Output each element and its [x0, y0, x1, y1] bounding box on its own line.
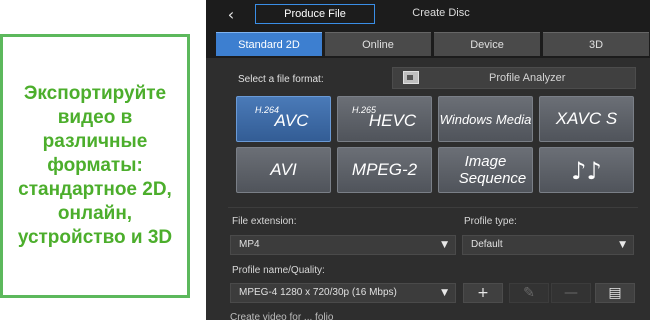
profile-analyzer-icon — [403, 71, 419, 84]
format-xavc-s-label: XAVC S — [555, 109, 618, 128]
edit-profile-button[interactable]: ✎ — [509, 283, 549, 303]
chevron-down-icon: ▼ — [441, 240, 448, 250]
profile-quality-dropdown[interactable]: MPEG-4 1280 x 720/30p (16 Mbps) ▼ — [230, 283, 456, 303]
format-image-sequence-line1: Image — [464, 153, 507, 170]
callout-box: Экспортируйте видео в различные форматы:… — [0, 34, 190, 298]
list-details-icon: ▤ — [608, 285, 622, 301]
format-hevc-button[interactable]: H.265 HEVC — [337, 96, 432, 142]
format-windows-media-button[interactable]: Windows Media — [438, 96, 533, 142]
tab-create-disc[interactable]: Create Disc — [396, 4, 486, 24]
tab-device[interactable]: Device — [434, 32, 540, 56]
format-mpeg2-label: MPEG-2 — [351, 160, 418, 179]
format-avi-label: AVI — [270, 160, 297, 179]
remove-profile-button[interactable]: — — [551, 283, 591, 303]
select-format-label: Select a file format: — [238, 74, 324, 85]
format-hevc-label: HEVC — [368, 111, 417, 130]
profile-analyzer-label: Profile Analyzer — [489, 72, 566, 84]
format-audio-button[interactable]: ♪♪ — [539, 147, 634, 193]
profile-details-button[interactable]: ▤ — [595, 283, 635, 303]
chevron-down-icon: ▼ — [441, 288, 448, 298]
produce-window: ‹ Produce File Create Disc Standard 2D O… — [206, 0, 650, 320]
profile-type-label: Profile type: — [464, 216, 517, 227]
pencil-icon: ✎ — [523, 285, 535, 301]
profile-analyzer-button[interactable]: Profile Analyzer — [392, 67, 636, 89]
file-extension-label: File extension: — [232, 216, 297, 227]
music-notes-icon: ♪♪ — [571, 157, 602, 185]
format-mpeg2-button[interactable]: MPEG-2 — [337, 147, 432, 193]
back-arrow-icon[interactable]: ‹ — [220, 4, 242, 26]
profile-quality-value: MPEG-4 1280 x 720/30p (16 Mbps) — [239, 287, 397, 298]
format-avc-label: AVC — [274, 111, 309, 130]
tab-standard-2d[interactable]: Standard 2D — [216, 32, 322, 56]
profile-type-dropdown[interactable]: Default ▼ — [462, 235, 634, 255]
settings-panel: Select a file format: Profile Analyzer H… — [206, 58, 650, 320]
profile-name-label: Profile name/Quality: — [232, 265, 325, 276]
format-avi-button[interactable]: AVI — [236, 147, 331, 193]
profile-type-value: Default — [471, 239, 503, 250]
format-category-tabs: Standard 2D Online Device 3D — [206, 30, 650, 58]
format-xavc-s-button[interactable]: XAVC S — [539, 96, 634, 142]
file-extension-value: MP4 — [239, 239, 260, 250]
tab-produce-file[interactable]: Produce File — [255, 4, 375, 24]
bottom-cutoff-label: Create video for ... folio — [230, 312, 334, 320]
format-image-sequence-label: Image Sequence — [439, 153, 532, 187]
minus-icon: — — [564, 285, 578, 301]
format-image-sequence-line2: Sequence — [458, 170, 527, 187]
format-windows-media-label: Windows Media — [439, 112, 532, 127]
file-extension-dropdown[interactable]: MP4 ▼ — [230, 235, 456, 255]
add-profile-button[interactable]: + — [463, 283, 503, 303]
section-divider — [228, 207, 638, 208]
chevron-down-icon: ▼ — [619, 240, 626, 250]
callout-text: Экспортируйте видео в различные форматы:… — [17, 83, 173, 248]
top-bar: ‹ Produce File Create Disc — [206, 0, 650, 30]
tab-online[interactable]: Online — [325, 32, 431, 56]
format-avc-button[interactable]: H.264 AVC — [236, 96, 331, 142]
format-image-sequence-button[interactable]: Image Sequence — [438, 147, 533, 193]
tab-3d[interactable]: 3D — [543, 32, 649, 56]
plus-icon: + — [477, 285, 489, 301]
